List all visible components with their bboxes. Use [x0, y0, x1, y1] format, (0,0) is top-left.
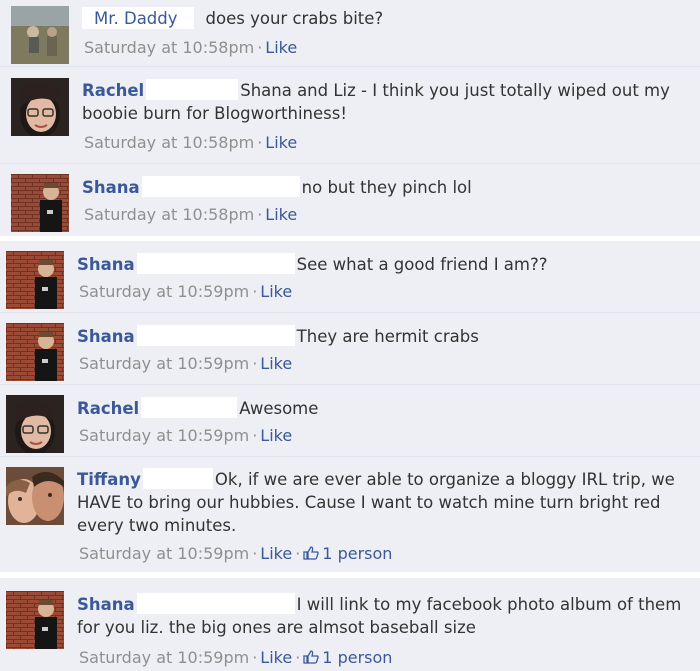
- outdoor-photo-icon: [11, 6, 69, 64]
- child-brick-icon: [6, 251, 64, 309]
- comment-item: Rachel Awesome Saturday at 10:59pm · Like: [0, 385, 700, 457]
- thumbs-up-icon: [303, 650, 320, 664]
- comment-meta: Saturday at 10:59pm · Like · 1 person: [79, 544, 393, 563]
- child-brick-icon: [6, 323, 64, 381]
- comment-body: Mr. Daddy does your crabs bite?: [82, 7, 690, 30]
- like-link[interactable]: Like: [260, 354, 292, 373]
- comment-timestamp[interactable]: Saturday at 10:59pm: [79, 648, 249, 667]
- avatar[interactable]: [11, 6, 69, 64]
- redacted-surname: [141, 397, 238, 418]
- like-link[interactable]: Like: [260, 426, 292, 445]
- child-brick-icon: [11, 174, 69, 232]
- likes-count[interactable]: 1 person: [303, 648, 392, 667]
- comment-item: Tiffany Ok, if we are ever able to organi…: [0, 457, 700, 572]
- comment-item: Shana no but they pinch lol Saturday at 1…: [0, 164, 700, 236]
- comment-text: They are hermit crabs: [296, 327, 479, 346]
- likes-count[interactable]: 1 person: [303, 544, 392, 563]
- comment-item: Shana They are hermit crabs Saturday at 1…: [0, 313, 700, 385]
- comment-item: Mr. Daddy does your crabs bite? Saturday …: [0, 0, 700, 67]
- comment-text: Awesome: [239, 399, 319, 418]
- comment-item: Shana I will link to my facebook photo al…: [0, 578, 700, 671]
- comment-text: no but they pinch lol: [301, 178, 472, 197]
- comment-body: Rachel Shana and Liz - I think you just t…: [82, 79, 690, 125]
- avatar[interactable]: [6, 251, 64, 309]
- comment-timestamp[interactable]: Saturday at 10:59pm: [79, 282, 249, 301]
- comment-body: Rachel Awesome: [77, 397, 690, 420]
- comment-timestamp[interactable]: Saturday at 10:59pm: [79, 426, 249, 445]
- like-link[interactable]: Like: [265, 38, 297, 57]
- comment-body: Shana no but they pinch lol: [82, 176, 690, 199]
- comment-author[interactable]: Mr. Daddy: [82, 7, 194, 29]
- redacted-surname: [136, 593, 295, 614]
- comment-meta: Saturday at 10:58pm · Like: [84, 38, 298, 57]
- comment-text: See what a good friend I am??: [296, 255, 548, 274]
- avatar[interactable]: [6, 467, 64, 525]
- avatar[interactable]: [6, 395, 64, 453]
- comment-text: does your crabs bite?: [205, 9, 384, 28]
- comment-meta: Saturday at 10:59pm · Like · 1 person: [79, 648, 393, 667]
- redacted-surname: [141, 176, 300, 197]
- comment-timestamp[interactable]: Saturday at 10:59pm: [79, 354, 249, 373]
- comment-author[interactable]: Shana: [77, 325, 135, 348]
- avatar[interactable]: [6, 323, 64, 381]
- comment-body: Shana I will link to my facebook photo al…: [77, 593, 690, 639]
- avatar[interactable]: [11, 78, 69, 136]
- redacted-surname: [142, 468, 213, 489]
- comment-item: Rachel Shana and Liz - I think you just t…: [0, 67, 700, 164]
- comment-timestamp[interactable]: Saturday at 10:58pm: [84, 133, 254, 152]
- comment-author[interactable]: Tiffany: [77, 468, 141, 491]
- woman-glasses-icon: [11, 78, 69, 136]
- comment-item: Shana See what a good friend I am?? Satur…: [0, 241, 700, 313]
- couple-photo-icon: [6, 467, 64, 525]
- avatar[interactable]: [6, 591, 64, 649]
- like-link[interactable]: Like: [260, 648, 292, 667]
- redacted-surname: [136, 253, 295, 274]
- like-link[interactable]: Like: [265, 205, 297, 224]
- comment-author[interactable]: Shana: [77, 253, 135, 276]
- avatar[interactable]: [11, 174, 69, 232]
- comment-author[interactable]: Shana: [82, 176, 140, 199]
- redacted-surname: [136, 325, 295, 346]
- comment-meta: Saturday at 10:58pm · Like: [84, 133, 298, 152]
- comment-body: Tiffany Ok, if we are ever able to organi…: [77, 468, 690, 537]
- like-link[interactable]: Like: [260, 544, 292, 563]
- child-brick-icon: [6, 591, 64, 649]
- thumbs-up-icon: [303, 546, 320, 560]
- comment-timestamp[interactable]: Saturday at 10:58pm: [84, 205, 254, 224]
- comment-meta: Saturday at 10:59pm · Like: [79, 426, 293, 445]
- comment-timestamp[interactable]: Saturday at 10:59pm: [79, 544, 249, 563]
- comment-body: Shana They are hermit crabs: [77, 325, 690, 348]
- comment-body: Shana See what a good friend I am??: [77, 253, 690, 276]
- comment-timestamp[interactable]: Saturday at 10:58pm: [84, 38, 254, 57]
- comment-author[interactable]: Rachel: [77, 397, 139, 420]
- comment-author[interactable]: Shana: [77, 593, 135, 616]
- like-link[interactable]: Like: [265, 133, 297, 152]
- redacted-surname: [146, 79, 239, 100]
- comment-author[interactable]: Rachel: [82, 79, 144, 102]
- comment-meta: Saturday at 10:59pm · Like: [79, 282, 293, 301]
- like-link[interactable]: Like: [260, 282, 292, 301]
- comment-meta: Saturday at 10:59pm · Like: [79, 354, 293, 373]
- woman-glasses-icon: [6, 395, 64, 453]
- comment-meta: Saturday at 10:58pm · Like: [84, 205, 298, 224]
